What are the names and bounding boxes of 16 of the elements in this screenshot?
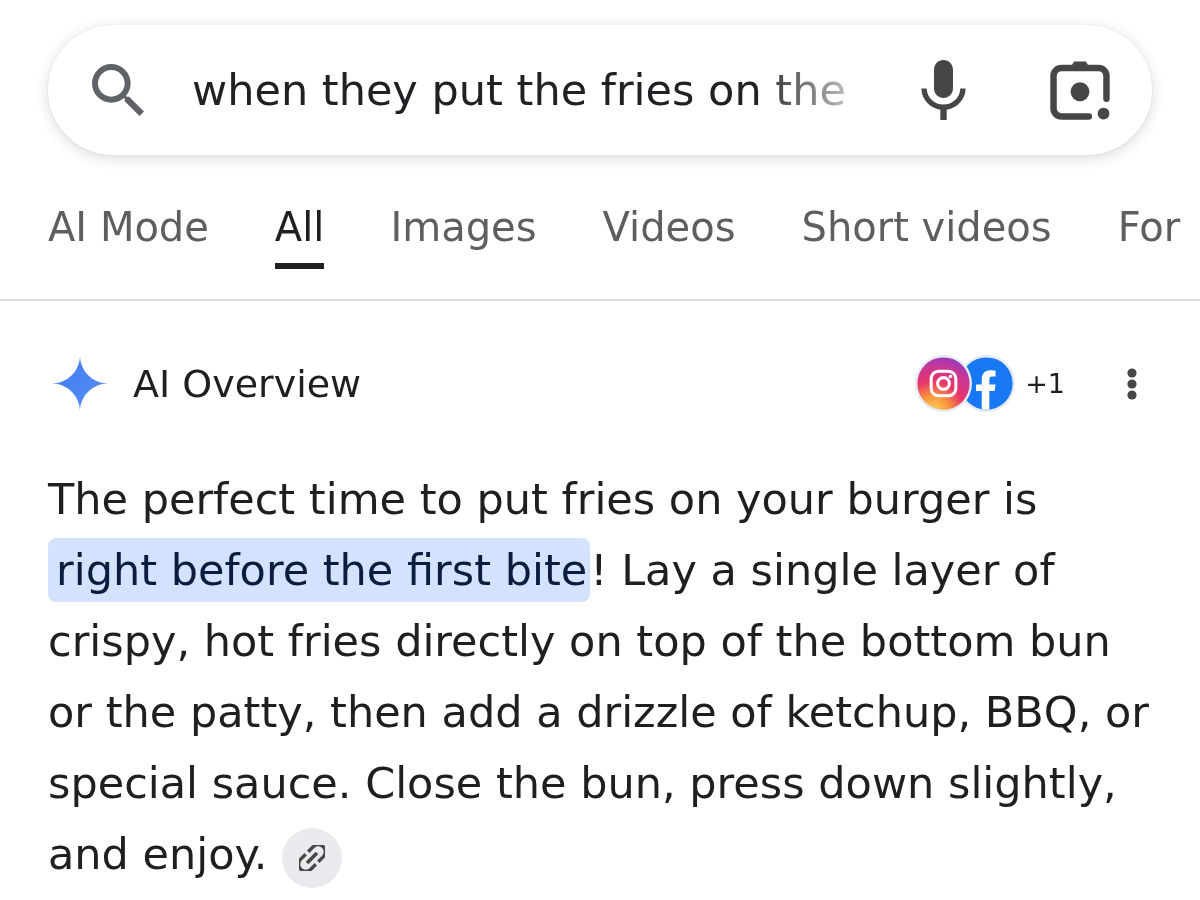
- more-options-icon[interactable]: [1127, 367, 1137, 400]
- tab[interactable]: For: [1117, 202, 1181, 269]
- overview-paragraph: The perfect time to put fries on your burger is right before the first bite! Lay a single layer of crispy, hot fries directly on top of the bottom bun or the patty, then add a drizzle of ketchup, BBQ, or special sauce. Close the bun, press down slightly, and enjoy.: [48, 464, 1168, 890]
- camera-logo-icon: [915, 355, 973, 412]
- section-title: AI Overview: [133, 361, 362, 406]
- tab[interactable]: Short videos: [801, 202, 1052, 269]
- search-query: when they put the fries on the: [192, 65, 846, 115]
- search-field[interactable]: when they put the fries on the: [48, 25, 1152, 155]
- sources-button[interactable]: +1: [915, 355, 1065, 412]
- microphone-icon[interactable]: [921, 60, 966, 120]
- tab[interactable]: Images: [390, 202, 537, 269]
- tab[interactable]: AI Mode: [48, 202, 209, 269]
- search-icon[interactable]: [92, 64, 144, 116]
- link-icon: [298, 844, 325, 871]
- tab[interactable]: Videos: [602, 202, 736, 269]
- camera-icon[interactable]: [1050, 60, 1110, 120]
